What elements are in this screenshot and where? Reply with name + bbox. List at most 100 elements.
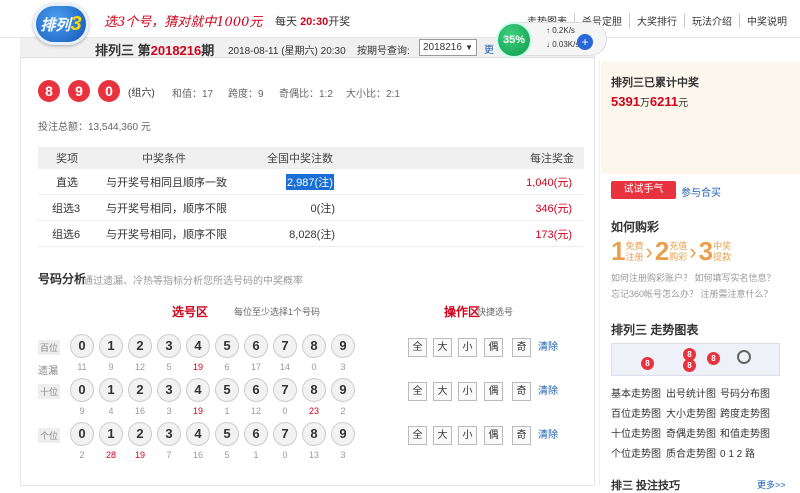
position-label: 十位 [38, 384, 61, 399]
number-button[interactable]: 4 [186, 378, 210, 402]
number-button[interactable]: 0 [70, 422, 94, 446]
number-button[interactable]: 1 [99, 378, 123, 402]
number-button[interactable]: 7 [273, 422, 297, 446]
number-button[interactable]: 4 [186, 334, 210, 358]
number-button[interactable]: 9 [331, 422, 355, 446]
speed-percent[interactable]: 35% [496, 22, 532, 58]
trend-link[interactable]: 0 1 2 路 [720, 445, 755, 460]
quick-select-button[interactable]: 大 [433, 382, 452, 401]
number-button[interactable]: 3 [157, 378, 181, 402]
op-zone-title: 操作区 [444, 305, 481, 319]
trend-link[interactable]: 号码分布图 [720, 385, 770, 400]
quick-select-button[interactable]: 小 [458, 338, 477, 357]
tips-more-link[interactable]: 更多>> [757, 478, 786, 491]
nav-big-prize-rank[interactable]: 大奖排行 [629, 13, 684, 28]
omit-value: 12 [134, 362, 145, 372]
number-button[interactable]: 0 [70, 334, 94, 358]
trend-link[interactable]: 奇偶走势图 [666, 425, 716, 440]
number-button[interactable]: 2 [128, 422, 152, 446]
upload-speed: ↑ 0.2K/s [546, 26, 575, 35]
quick-select-button[interactable]: 小 [458, 382, 477, 401]
quick-select-button[interactable]: 大 [433, 426, 452, 445]
trend-link[interactable]: 出号统计图 [666, 385, 716, 400]
number-button[interactable]: 5 [215, 334, 239, 358]
trend-link[interactable]: 大小走势图 [666, 405, 716, 420]
prize-amount: 173(元) [535, 228, 572, 241]
number-button[interactable]: 7 [273, 334, 297, 358]
number-button[interactable]: 8 [302, 422, 326, 446]
number-button[interactable]: 6 [244, 334, 268, 358]
number-button[interactable]: 8 [302, 334, 326, 358]
step-label[interactable]: 充值 购彩 [669, 241, 687, 263]
number-button[interactable]: 5 [215, 422, 239, 446]
trend-link[interactable]: 基本走势图 [611, 385, 661, 400]
number-button[interactable]: 9 [331, 334, 355, 358]
jackpot-unit-yuan: 元 [678, 98, 689, 109]
header-cell: 全国中奖注数 [267, 153, 333, 165]
quick-select-button[interactable]: 大 [433, 338, 452, 357]
try-luck-button[interactable]: 试试手气 [611, 181, 676, 199]
step-label-line: 购彩 [669, 251, 688, 262]
number-button[interactable]: 6 [244, 378, 268, 402]
number-button[interactable]: 2 [128, 334, 152, 358]
trend-link[interactable]: 和值走势图 [720, 425, 770, 440]
trend-preview-image[interactable]: 8 8 8 8 [611, 343, 780, 376]
total-bet: 投注总额：13,544,360 元 [38, 122, 151, 133]
quick-select-button[interactable]: 全 [408, 338, 427, 357]
number-button[interactable]: 9 [331, 378, 355, 402]
omit-value: 16 [192, 450, 203, 460]
omit-value: 3 [166, 406, 172, 416]
logo-text: 排列 [40, 16, 71, 34]
result-ball: 0 [98, 80, 120, 102]
quick-select-button[interactable]: 偶 [484, 382, 503, 401]
quick-select-button[interactable]: 奇 [512, 426, 531, 445]
number-button[interactable]: 1 [99, 334, 123, 358]
quick-select-button[interactable]: 偶 [484, 338, 503, 357]
prize-table: 奖项 中奖条件 全国中奖注数 每注奖金 直选 与开奖号相同且顺序一致 2,987… [38, 147, 584, 247]
nav-rules[interactable]: 玩法介绍 [684, 13, 739, 28]
logo[interactable]: 排列 3 [33, 3, 89, 45]
omit-value: 5 [224, 450, 230, 460]
quick-select-button[interactable]: 全 [408, 382, 427, 401]
trend-link[interactable]: 质合走势图 [666, 445, 716, 460]
number-button[interactable]: 5 [215, 378, 239, 402]
more-link[interactable]: 更 [484, 41, 494, 56]
position-label: 个位 [38, 428, 61, 443]
quick-select-button[interactable]: 奇 [512, 382, 531, 401]
quick-select-button[interactable]: 全 [408, 426, 427, 445]
number-button[interactable]: 0 [70, 378, 94, 402]
arrow-right-icon: › [689, 238, 697, 264]
quick-select-button[interactable]: 奇 [512, 338, 531, 357]
step-label[interactable]: 中奖 提款 [713, 241, 731, 263]
plus-icon[interactable]: + [577, 34, 593, 50]
winner-count: 8,028(注) [289, 228, 335, 241]
number-button[interactable]: 7 [273, 378, 297, 402]
title-suffix: 期 [201, 43, 215, 58]
step-label-line: 注册 [625, 251, 644, 262]
trend-ball: 8 [641, 357, 654, 370]
trend-link[interactable]: 十位走势图 [611, 425, 661, 440]
number-button[interactable]: 3 [157, 422, 181, 446]
how-to-buy-title: 如何购彩 [611, 220, 660, 234]
clear-link[interactable]: 清除 [538, 382, 558, 397]
clear-link[interactable]: 清除 [538, 338, 558, 353]
trend-link[interactable]: 个位走势图 [611, 445, 661, 460]
group-buy-link[interactable]: 参与合买 [681, 184, 721, 199]
number-button[interactable]: 6 [244, 422, 268, 446]
number-button[interactable]: 4 [186, 422, 210, 446]
quick-select-button[interactable]: 偶 [484, 426, 503, 445]
clear-link[interactable]: 清除 [538, 426, 558, 441]
nav-prize-info[interactable]: 中奖说明 [739, 13, 794, 28]
faq-links-2[interactable]: 忘记360帐号怎么办？ 注册需注意什么？ [611, 287, 773, 300]
number-button[interactable]: 3 [157, 334, 181, 358]
number-button[interactable]: 1 [99, 422, 123, 446]
number-button[interactable]: 2 [128, 378, 152, 402]
trend-link[interactable]: 跨度走势图 [720, 405, 770, 420]
trend-link[interactable]: 百位走势图 [611, 405, 661, 420]
omit-value: 6 [224, 362, 230, 372]
quick-select-button[interactable]: 小 [458, 426, 477, 445]
number-button[interactable]: 8 [302, 378, 326, 402]
faq-links-1[interactable]: 如何注册购彩账户？ 如何填写实名信息？ [611, 271, 776, 284]
step-label[interactable]: 免费 注册 [625, 241, 643, 263]
issue-select[interactable]: 2018216 ▼ [419, 39, 477, 56]
